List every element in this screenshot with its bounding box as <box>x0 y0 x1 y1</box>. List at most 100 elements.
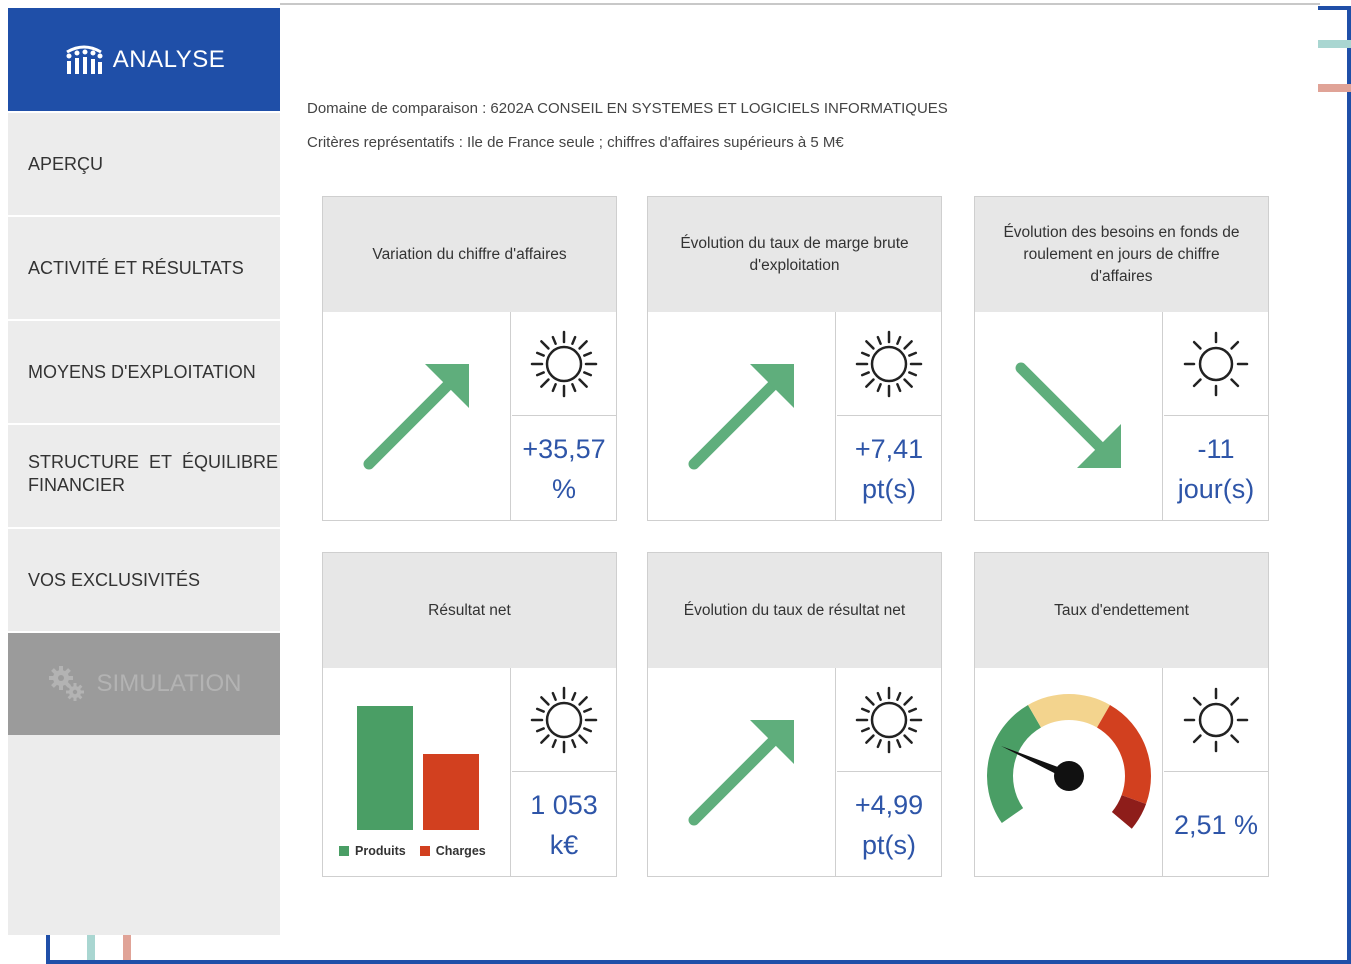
card-value: 1 053 k€ <box>512 773 616 876</box>
card-debt-ratio[interactable]: Taux d'endettement 2,51 % <box>974 552 1269 877</box>
indicator-value: -11 <box>1197 433 1235 464</box>
card-body: +4,99 pt(s) <box>648 668 941 876</box>
sun-icon <box>855 686 923 753</box>
sun-icon <box>530 686 598 753</box>
indicator-unit: pt(s) <box>861 473 916 504</box>
card-title: Évolution du taux de marge brute d'explo… <box>648 197 941 312</box>
card-title: Évolution des besoins en fonds de roulem… <box>975 197 1268 312</box>
card-value: 2,51 % <box>1164 773 1268 876</box>
label-word: STRUCTURE <box>28 452 139 472</box>
representative-criteria: Critères représentatifs : Ile de France … <box>307 134 844 151</box>
frame-line-topright <box>1318 6 1351 10</box>
trend-down-arrow-icon <box>1015 362 1121 468</box>
card-revenue-variation[interactable]: Variation du chiffre d'affaires +35,57% <box>322 196 617 521</box>
sun-icon <box>530 330 598 397</box>
card-body: +35,57% <box>323 312 616 520</box>
sun-icon <box>1183 331 1249 396</box>
card-value: +35,57% <box>512 417 616 520</box>
card-weather <box>1164 312 1268 416</box>
legend-label: Charges <box>435 844 486 858</box>
sidebar-item-simulation[interactable]: SIMULATION <box>8 631 280 735</box>
card-weather <box>837 312 941 416</box>
bar-charges <box>423 754 479 830</box>
indicator-unit: pt(s) <box>861 829 916 860</box>
sidebar-item-moyens[interactable]: MOYENS D'EXPLOITATION <box>8 319 280 423</box>
trend-up-arrow-icon <box>688 364 794 470</box>
sidebar-item-activite[interactable]: ACTIVITÉ ET RÉSULTATS <box>8 215 280 319</box>
sidebar-item-label: ACTIVITÉ ET RÉSULTATS <box>28 257 244 278</box>
legend-item-produits: Produits <box>339 844 406 858</box>
card-title: Taux d'endettement <box>975 553 1268 668</box>
indicator-value: 1 053 <box>530 789 598 820</box>
legend-label: Produits <box>355 844 406 858</box>
card-value: -11 jour(s) <box>1164 417 1268 520</box>
card-title: Résultat net <box>323 553 616 668</box>
gauge-green-zone <box>987 704 1041 824</box>
card-gross-margin-evolution[interactable]: Évolution du taux de marge brute d'explo… <box>647 196 942 521</box>
card-visual <box>648 312 836 520</box>
indicator-unit: jour(s) <box>1177 473 1255 504</box>
simulation-label: SIMULATION <box>96 670 242 697</box>
card-net-result-rate-evolution[interactable]: Évolution du taux de résultat net +4,99 p… <box>647 552 942 877</box>
frame-line-right <box>1347 6 1351 964</box>
analytics-icon <box>66 45 103 74</box>
sidebar: ANALYSE APERÇU ACTIVITÉ ET RÉSULTATS MOY… <box>8 8 280 935</box>
sidebar-item-label-line2: FINANCIER <box>28 475 126 495</box>
sidebar-item-label: STRUCTURE ET ÉQUILIBRE <box>28 451 278 474</box>
frame-accent-teal <box>1318 40 1351 48</box>
chart-legend: Produits Charges <box>339 844 500 858</box>
card-title: Évolution du taux de résultat net <box>648 553 941 668</box>
card-value: +7,41 pt(s) <box>837 417 941 520</box>
frame-line-left <box>46 935 50 964</box>
sidebar-title: ANALYSE <box>112 45 226 73</box>
card-visual <box>975 312 1163 520</box>
frame-accent-teal-bottom <box>87 935 95 960</box>
debt-ratio-gauge <box>987 694 1151 829</box>
gauge-red-zone <box>1097 704 1151 805</box>
trend-up-arrow-icon <box>363 364 469 470</box>
frame-accent-salmon-bottom <box>123 935 131 960</box>
top-divider <box>280 3 1320 5</box>
card-working-capital-evolution[interactable]: Évolution des besoins en fonds de roulem… <box>974 196 1269 521</box>
sidebar-item-apercu[interactable]: APERÇU <box>8 111 280 215</box>
sidebar-item-label: MOYENS D'EXPLOITATION <box>28 361 256 382</box>
gauge-yellow-zone <box>1028 694 1110 728</box>
sun-icon <box>855 330 923 397</box>
bar-produits <box>357 706 413 830</box>
products-charges-bar-chart <box>357 706 479 830</box>
card-value: +4,99 pt(s) <box>837 773 941 876</box>
indicator-value: +7,41 <box>854 433 924 464</box>
indicator-value: +4,99 <box>854 789 924 820</box>
trend-up-arrow-icon <box>688 720 794 826</box>
indicator-unit: % <box>551 473 576 504</box>
card-weather <box>512 312 616 416</box>
card-body: +7,41 pt(s) <box>648 312 941 520</box>
card-visual: Produits Charges <box>323 668 511 876</box>
indicator-value: +35,57 <box>522 433 606 464</box>
sidebar-analyse-header[interactable]: ANALYSE <box>8 8 280 111</box>
sidebar-item-label: APERÇU <box>28 153 104 174</box>
card-weather <box>1164 668 1268 772</box>
comparison-domain: Domaine de comparaison : 6202A CONSEIL E… <box>307 100 948 117</box>
gears-icon <box>48 666 84 701</box>
label-word: ET <box>148 452 172 472</box>
gauge-hub <box>1054 761 1084 791</box>
card-body: -11 jour(s) <box>975 312 1268 520</box>
sun-icon <box>1183 687 1249 752</box>
card-visual <box>975 668 1163 876</box>
sidebar-item-exclusivites[interactable]: VOS EXCLUSIVITÉS <box>8 527 280 631</box>
card-visual <box>648 668 836 876</box>
sidebar-item-label: VOS EXCLUSIVITÉS <box>28 569 201 590</box>
card-body: Produits Charges 1 053 k€ <box>323 668 616 876</box>
indicator-value: 2,51 % <box>1173 809 1259 840</box>
card-net-result[interactable]: Résultat net Produits Charges 1 053 k€ <box>322 552 617 877</box>
card-weather <box>512 668 616 772</box>
sidebar-item-structure[interactable]: STRUCTURE ET ÉQUILIBRE FINANCIER <box>8 423 280 527</box>
legend-item-charges: Charges <box>419 844 486 858</box>
card-visual <box>323 312 511 520</box>
card-title: Variation du chiffre d'affaires <box>323 197 616 312</box>
frame-line-bottom <box>46 960 1351 964</box>
card-body: 2,51 % <box>975 668 1268 876</box>
card-weather <box>837 668 941 772</box>
indicator-unit: k€ <box>549 829 579 860</box>
